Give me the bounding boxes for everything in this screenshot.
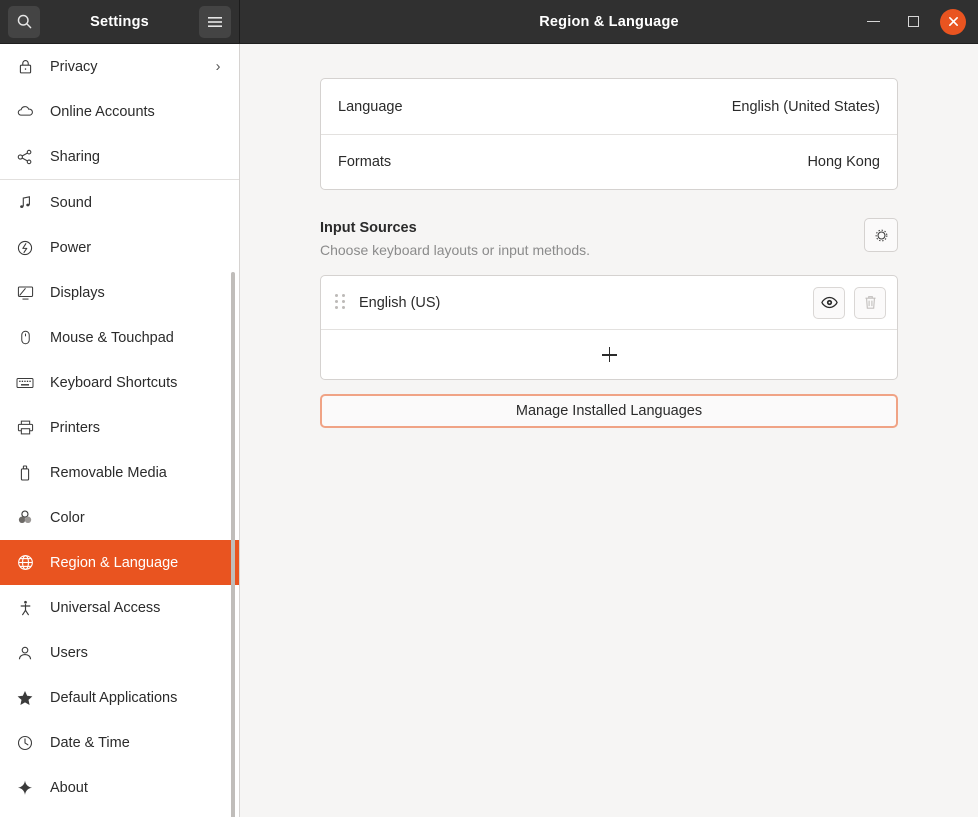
sidebar-item-sound[interactable]: Sound: [0, 180, 239, 225]
sidebar-item-printers[interactable]: Printers: [0, 405, 239, 450]
star-icon: [14, 687, 36, 709]
sidebar-item-label: Printers: [50, 420, 225, 436]
sidebar-item-label: Mouse & Touchpad: [50, 330, 225, 346]
input-source-name: English (US): [359, 295, 813, 311]
sidebar-scrollbar[interactable]: [231, 272, 235, 817]
minimize-icon: [867, 21, 880, 23]
hamburger-menu-icon: [207, 15, 223, 29]
remove-input-source-button[interactable]: [854, 287, 886, 319]
manage-installed-languages-button[interactable]: Manage Installed Languages: [320, 394, 898, 428]
main-content: Language English (United States) Formats…: [240, 44, 978, 817]
minimize-button[interactable]: [860, 9, 886, 35]
cloud-icon: [14, 101, 36, 123]
usb-drive-icon: [14, 462, 36, 484]
sidebar-item-mouse-touchpad[interactable]: Mouse & Touchpad: [0, 315, 239, 360]
sidebar-item-label: Default Applications: [50, 690, 225, 706]
sidebar-item-users[interactable]: Users: [0, 630, 239, 675]
close-icon: [948, 16, 959, 27]
sidebar-item-online-accounts[interactable]: Online Accounts: [0, 89, 239, 134]
locale-card: Language English (United States) Formats…: [320, 78, 898, 190]
sidebar-item-label: Region & Language: [50, 555, 225, 571]
window-body: Privacy › Online Accounts: [0, 44, 978, 817]
sidebar-item-label: Sound: [50, 195, 225, 211]
sparkle-icon: [14, 777, 36, 799]
sidebar-item-sharing[interactable]: Sharing: [0, 134, 239, 179]
globe-icon: [14, 552, 36, 574]
chevron-right-icon: ›: [211, 59, 225, 75]
language-row[interactable]: Language English (United States): [321, 79, 897, 134]
input-sources-options-button[interactable]: [864, 218, 898, 252]
input-source-row[interactable]: English (US): [321, 276, 897, 329]
maximize-button[interactable]: [900, 9, 926, 35]
app-title: Settings: [40, 14, 199, 30]
input-sources-subtitle: Choose keyboard layouts or input methods…: [320, 240, 864, 260]
display-icon: [14, 282, 36, 304]
sidebar-item-about[interactable]: About: [0, 765, 239, 810]
titlebar-right: Region & Language: [240, 0, 978, 43]
music-note-icon: [14, 192, 36, 214]
sidebar-item-label: Users: [50, 645, 225, 661]
sidebar-item-color[interactable]: Color: [0, 495, 239, 540]
language-label: Language: [338, 99, 732, 115]
sidebar-item-displays[interactable]: Displays: [0, 270, 239, 315]
add-input-source-button[interactable]: [321, 329, 897, 379]
plus-icon: [602, 347, 617, 362]
sidebar-item-label: Keyboard Shortcuts: [50, 375, 225, 391]
share-icon: [14, 146, 36, 168]
sidebar-item-privacy[interactable]: Privacy ›: [0, 44, 239, 89]
sidebar-item-label: Color: [50, 510, 225, 526]
sidebar-item-label: Date & Time: [50, 735, 225, 751]
content-column: Language English (United States) Formats…: [320, 44, 898, 428]
close-button[interactable]: [940, 9, 966, 35]
lock-icon: [14, 56, 36, 78]
keyboard-icon: [14, 372, 36, 394]
sidebar-item-label: About: [50, 780, 225, 796]
sidebar-item-label: Sharing: [50, 149, 225, 165]
formats-value: Hong Kong: [807, 154, 880, 170]
input-sources-text: Input Sources Choose keyboard layouts or…: [320, 218, 864, 260]
color-icon: [14, 507, 36, 529]
titlebar-left: Settings: [0, 0, 240, 43]
sidebar-item-power[interactable]: Power: [0, 225, 239, 270]
maximize-icon: [908, 16, 919, 27]
mouse-icon: [14, 327, 36, 349]
titlebar: Settings Region & Language: [0, 0, 978, 44]
input-sources-card: English (US): [320, 275, 898, 380]
sidebar-item-label: Privacy: [50, 59, 211, 75]
preview-layout-button[interactable]: [813, 287, 845, 319]
formats-label: Formats: [338, 154, 807, 170]
user-icon: [14, 642, 36, 664]
clock-icon: [14, 732, 36, 754]
eye-icon: [821, 296, 838, 309]
sidebar-item-label: Removable Media: [50, 465, 225, 481]
window-controls: [860, 9, 978, 35]
accessibility-icon: [14, 597, 36, 619]
drag-handle-icon[interactable]: [335, 294, 347, 312]
sidebar-item-label: Online Accounts: [50, 104, 225, 120]
settings-window: Settings Region & Language: [0, 0, 978, 817]
printer-icon: [14, 417, 36, 439]
gear-icon: [873, 227, 890, 244]
sidebar-item-label: Universal Access: [50, 600, 225, 616]
sidebar-item-label: Displays: [50, 285, 225, 301]
input-source-actions: [813, 287, 886, 319]
sidebar-item-removable-media[interactable]: Removable Media: [0, 450, 239, 495]
language-value: English (United States): [732, 99, 880, 115]
search-icon: [16, 13, 33, 30]
search-button[interactable]: [8, 6, 40, 38]
sidebar: Privacy › Online Accounts: [0, 44, 240, 817]
sidebar-item-date-time[interactable]: Date & Time: [0, 720, 239, 765]
input-sources-header: Input Sources Choose keyboard layouts or…: [320, 218, 898, 260]
sidebar-item-label: Power: [50, 240, 225, 256]
main-menu-button[interactable]: [199, 6, 231, 38]
power-icon: [14, 237, 36, 259]
input-sources-title: Input Sources: [320, 218, 864, 238]
formats-row[interactable]: Formats Hong Kong: [321, 134, 897, 189]
sidebar-list: Privacy › Online Accounts: [0, 44, 239, 810]
sidebar-item-default-applications[interactable]: Default Applications: [0, 675, 239, 720]
trash-icon: [863, 294, 878, 311]
sidebar-item-region-language[interactable]: Region & Language: [0, 540, 239, 585]
sidebar-item-keyboard-shortcuts[interactable]: Keyboard Shortcuts: [0, 360, 239, 405]
sidebar-item-universal-access[interactable]: Universal Access: [0, 585, 239, 630]
